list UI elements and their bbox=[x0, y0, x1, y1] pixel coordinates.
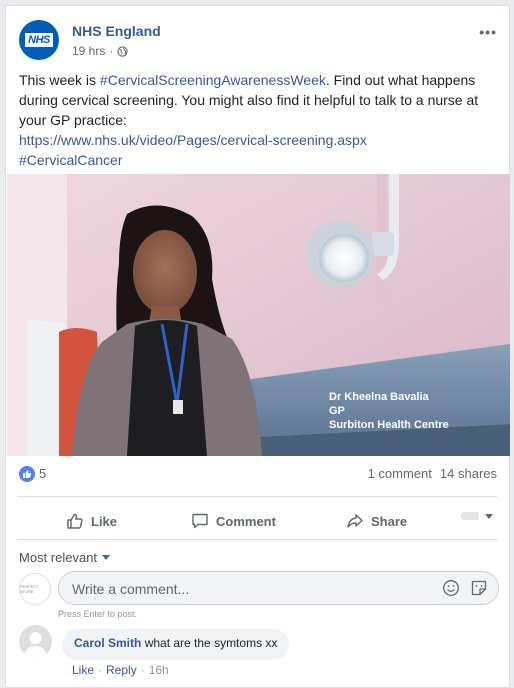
post-card: NHS NHS England 19 hrs · ••• This week i… bbox=[5, 5, 510, 688]
divider bbox=[18, 496, 497, 497]
post-header: NHS NHS England 19 hrs · ••• bbox=[19, 20, 497, 64]
comment-author[interactable]: Carol Smith bbox=[74, 636, 141, 650]
share-as-selector[interactable] bbox=[461, 512, 493, 520]
comment-bubble: Carol Smith what are the symtoms xx bbox=[62, 629, 290, 660]
comment-icon bbox=[192, 513, 208, 529]
like-button[interactable]: Like bbox=[66, 512, 117, 530]
video-frame-image: Dr Kheelna Bavalia GP Surbiton Health Ce… bbox=[7, 174, 510, 456]
likes-count[interactable]: 5 bbox=[39, 466, 46, 481]
hashtag-link[interactable]: #CervicalScreeningAwarenessWeek bbox=[100, 72, 326, 88]
post-actions: Like Comment Share bbox=[19, 502, 497, 538]
comment-reply-link[interactable]: Reply bbox=[106, 663, 137, 677]
commenter-avatar[interactable] bbox=[19, 625, 52, 658]
post-meta: 19 hrs · bbox=[72, 44, 128, 58]
divider bbox=[18, 539, 497, 540]
comment-box[interactable] bbox=[58, 571, 499, 605]
page-name[interactable]: NHS England bbox=[72, 23, 161, 39]
thumbs-up-icon bbox=[67, 513, 83, 529]
post-video[interactable]: Dr Kheelna Bavalia GP Surbiton Health Ce… bbox=[7, 174, 510, 456]
share-button[interactable]: Share bbox=[346, 512, 407, 530]
svg-text:GP: GP bbox=[329, 405, 345, 417]
comment-time[interactable]: 16h bbox=[149, 663, 169, 677]
url-link[interactable]: https://www.nhs.uk/video/Pages/cervical-… bbox=[19, 132, 367, 148]
post-stats: 5 1 comment 14 shares bbox=[19, 464, 497, 484]
svg-text:Surbiton Health Centre: Surbiton Health Centre bbox=[329, 419, 449, 431]
comment-button[interactable]: Comment bbox=[191, 512, 276, 530]
enter-hint: Press Enter to post. bbox=[58, 609, 138, 619]
comment-sort-dropdown[interactable]: Most relevant bbox=[19, 550, 111, 565]
comments-count[interactable]: 1 comment bbox=[368, 466, 432, 481]
shares-count[interactable]: 14 shares bbox=[440, 466, 497, 481]
default-avatar-icon bbox=[24, 632, 47, 658]
share-arrow-icon bbox=[347, 514, 363, 528]
nhs-logo-text: NHS bbox=[25, 33, 53, 47]
page-avatar[interactable]: NHS bbox=[19, 20, 59, 60]
chevron-down-icon bbox=[102, 555, 111, 560]
svg-text:Dr Kheelna Bavalia: Dr Kheelna Bavalia bbox=[329, 391, 430, 403]
like-reaction-icon[interactable] bbox=[19, 466, 35, 482]
more-options-icon[interactable]: ••• bbox=[479, 24, 497, 40]
comment-text: what are the symtoms xx bbox=[144, 636, 278, 650]
comment-like-link[interactable]: Like bbox=[72, 663, 94, 677]
emoji-icon[interactable] bbox=[442, 579, 460, 597]
post-text: This week is #CervicalScreeningAwareness… bbox=[19, 72, 479, 168]
post-time[interactable]: 19 hrs bbox=[72, 44, 105, 58]
comment-input[interactable] bbox=[72, 579, 422, 599]
profile-mini-avatar bbox=[461, 512, 479, 520]
hashtag-link[interactable]: #CervicalCancer bbox=[19, 152, 122, 168]
globe-icon bbox=[117, 45, 128, 57]
sticker-icon[interactable] bbox=[470, 579, 488, 597]
viewer-avatar[interactable]: PERFECT STORE bbox=[19, 573, 51, 605]
chevron-down-icon bbox=[485, 513, 493, 519]
comment-actions: Like · Reply · 16h bbox=[72, 663, 169, 677]
